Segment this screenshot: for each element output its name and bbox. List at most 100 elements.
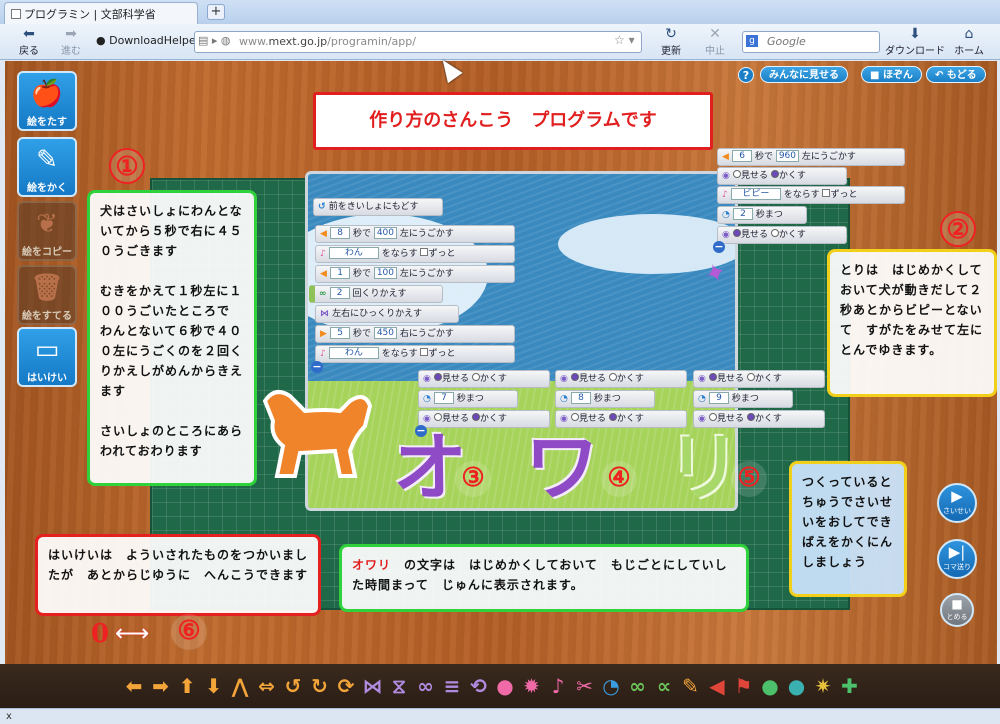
wait-value[interactable]: 2	[733, 208, 753, 220]
palette-green-char-icon[interactable]: ●	[758, 672, 782, 700]
palette-rotate-right-icon[interactable]: ↻	[308, 672, 332, 700]
forward-button[interactable]: ➡ 進む	[50, 26, 92, 58]
save-button[interactable]: ■ ほぞん	[861, 66, 922, 83]
distance-value[interactable]: 400	[373, 227, 398, 239]
seconds-value[interactable]: 1	[330, 267, 351, 279]
show-radio[interactable]	[733, 170, 741, 178]
palette-speech-icon[interactable]: ●	[493, 672, 517, 700]
hide-radio[interactable]	[770, 170, 779, 178]
script-move-block[interactable]: ◀ 1 秒で 100 左にうごかす	[315, 265, 515, 283]
hide-radio[interactable]	[770, 229, 779, 237]
seconds-value[interactable]: 5	[330, 327, 351, 339]
seconds-value[interactable]: 6	[732, 150, 753, 162]
share-button[interactable]: みんなに見せる	[760, 66, 848, 83]
palette-flip-h-icon[interactable]: ⋈	[361, 672, 385, 700]
letter-wa-sprite[interactable]: ワ	[525, 431, 599, 505]
palette-stack-icon[interactable]: ≡	[440, 672, 464, 700]
script-wait-block[interactable]: ◔ 9 秒まつ	[693, 390, 793, 408]
script-move-block[interactable]: ◀ 8 秒で 400 左にうごかす	[315, 225, 515, 243]
script-sound-block[interactable]: ♪ ビピー をならす ずっと	[717, 186, 905, 204]
show-radio[interactable]	[571, 413, 579, 421]
palette-arrow-down-icon[interactable]: ⬇	[202, 672, 226, 700]
palette-loop-icon[interactable]: ∝	[652, 672, 676, 700]
palette-sparkle-icon[interactable]: ✷	[811, 672, 835, 700]
copy-picture-button[interactable]: ❦ 絵をコピー	[17, 201, 77, 261]
script-visibility-block[interactable]: ◉ 見せる かくす	[418, 370, 550, 388]
palette-tools-icon[interactable]: ✂	[573, 672, 597, 700]
new-tab-button[interactable]: +	[207, 4, 225, 20]
home-button[interactable]: ⌂ ホーム	[948, 26, 990, 58]
show-radio[interactable]	[571, 373, 579, 381]
palette-turn-icon[interactable]: ⟳	[334, 672, 358, 700]
show-radio[interactable]	[434, 373, 442, 381]
script-wait-block[interactable]: ◔ 8 秒まつ	[555, 390, 655, 408]
hide-radio[interactable]	[471, 373, 480, 381]
script-wait-block[interactable]: ◔ 7 秒まつ	[418, 390, 518, 408]
palette-stretch-icon[interactable]: ⇔	[255, 672, 279, 700]
script-reset-block[interactable]: ↺ 前をきいしょにもどす	[313, 198, 443, 216]
draw-picture-button[interactable]: ✎ 絵をかく	[17, 137, 77, 197]
hide-radio[interactable]	[608, 373, 617, 381]
distance-value[interactable]: 100	[373, 267, 398, 279]
back-button[interactable]: ⬅ 戻る	[8, 26, 50, 58]
address-bar[interactable]: www.mext.go.jp/programin/app/	[194, 31, 642, 53]
collapse-script-icon[interactable]: −	[713, 241, 725, 253]
palette-arrow-left-icon[interactable]: ⬅	[122, 672, 146, 700]
palette-arrow-up-icon[interactable]: ⬆	[175, 672, 199, 700]
browser-tab[interactable]: プログラミン | 文部科学省	[4, 2, 198, 24]
palette-flag-icon[interactable]: ⚑	[732, 672, 756, 700]
step-button[interactable]: ▶| コマ送り	[937, 539, 977, 579]
script-sound-block[interactable]: ♪ わん をならす ずっと	[315, 245, 515, 263]
distance-value[interactable]: 450	[373, 327, 398, 339]
show-radio[interactable]	[709, 413, 717, 421]
script-visibility-block[interactable]: ◉ 見せる かくす	[717, 226, 847, 244]
palette-jump-icon[interactable]: ⋀	[228, 672, 252, 700]
hide-radio[interactable]	[471, 413, 480, 421]
palette-clock-icon[interactable]: ◔	[599, 672, 623, 700]
add-picture-button[interactable]: 🍎 絵をたす	[17, 71, 77, 131]
script-move-block[interactable]: ◀ 6 秒で 960 左にうごかす	[717, 148, 905, 166]
palette-dino-icon[interactable]: ✚	[838, 672, 862, 700]
dog-sprite[interactable]	[255, 381, 375, 481]
stop-button[interactable]: ✕ 中止	[694, 26, 736, 58]
download-button[interactable]: ⬇ ダウンロード	[884, 26, 946, 58]
script-wait-block[interactable]: ◔ 2 秒まつ	[717, 206, 807, 224]
site-identity-icon[interactable]: ▤ ▸ ◍	[198, 34, 231, 47]
palette-arrow-right-icon[interactable]: ➡	[149, 672, 173, 700]
palette-infinity-icon[interactable]: ∞	[626, 672, 650, 700]
hide-radio[interactable]	[746, 373, 755, 381]
wait-value[interactable]: 9	[709, 392, 729, 404]
script-visibility-block[interactable]: ◉ 見せる かくす	[717, 167, 847, 185]
palette-teal-char-icon[interactable]: ●	[785, 672, 809, 700]
sound-name[interactable]: ビピー	[730, 188, 781, 200]
downloadhelper-extension[interactable]: ● DownloadHelper	[96, 34, 200, 47]
palette-flip-v-icon[interactable]: ⧖	[387, 672, 411, 700]
script-sound-block[interactable]: ♪ わん をならす ずっと	[315, 345, 515, 363]
palette-pointer-icon[interactable]: ✎	[679, 672, 703, 700]
background-button[interactable]: ▭ はいけい	[17, 327, 77, 387]
show-radio[interactable]	[434, 413, 442, 421]
wait-value[interactable]: 8	[571, 392, 591, 404]
script-move-block[interactable]: ▶ 5 秒で 450 右にうごかす	[315, 325, 515, 343]
show-radio[interactable]	[709, 373, 717, 381]
play-button[interactable]: ▶ さいせい	[937, 483, 977, 523]
script-visibility-block[interactable]: ◉ 見せる かくす	[555, 370, 687, 388]
wait-value[interactable]: 7	[434, 392, 454, 404]
palette-rotate-left-icon[interactable]: ↺	[281, 672, 305, 700]
bookmark-star-icon[interactable]: ☆ ▾	[614, 33, 635, 47]
letter-o-sprite[interactable]: オ	[393, 431, 467, 505]
hide-radio[interactable]	[608, 413, 617, 421]
hide-radio[interactable]	[746, 413, 755, 421]
palette-burst-icon[interactable]: ✹	[520, 672, 544, 700]
repeat-count[interactable]: 2	[329, 287, 350, 299]
reload-button[interactable]: ↻ 更新	[650, 26, 692, 58]
letter-ri-sprite[interactable]: リ	[667, 431, 741, 505]
show-radio[interactable]	[733, 229, 741, 237]
palette-music-icon[interactable]: ♪	[546, 672, 570, 700]
sound-name[interactable]: わん	[328, 347, 379, 359]
script-visibility-block[interactable]: ◉ 見せる かくす	[693, 370, 825, 388]
script-repeat-block[interactable]: ∞ 2 回くりかえす	[309, 285, 443, 303]
palette-horn-icon[interactable]: ◀	[705, 672, 729, 700]
script-flip-block[interactable]: ⋈ 左右にひっくりかえす	[315, 305, 459, 323]
stop-play-button[interactable]: ■ とめる	[940, 593, 974, 627]
